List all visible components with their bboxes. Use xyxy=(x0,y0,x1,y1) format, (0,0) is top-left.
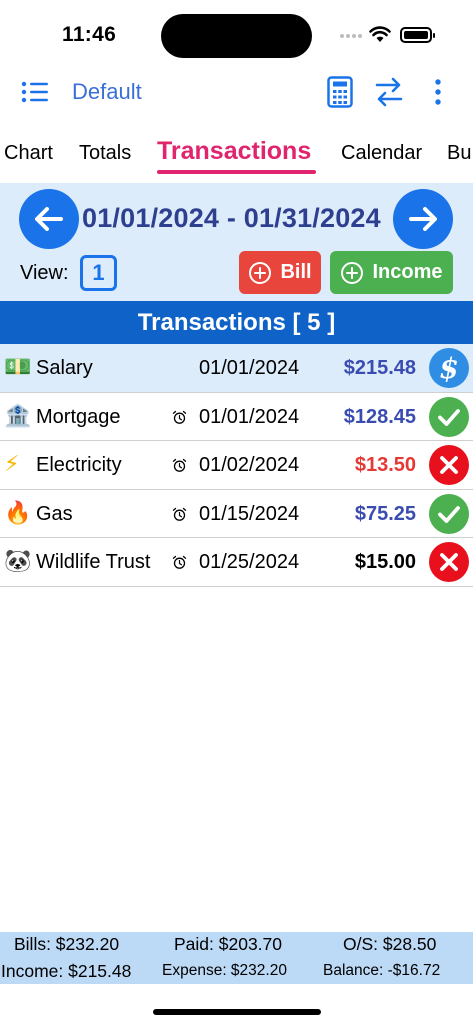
tab-bar: Chart Totals Transactions Calendar Bu xyxy=(0,136,473,176)
summary-bills: Bills: $232.20 xyxy=(14,934,120,954)
alarm-clock-icon xyxy=(172,410,187,424)
transactions-list: 💵 Salary 01/01/2024 $215.48 $ 🏦 Mortgage… xyxy=(0,344,473,587)
transaction-amount: $15.00 xyxy=(354,551,416,573)
view-label: View: xyxy=(20,262,69,284)
view-selector[interactable]: 1 xyxy=(80,255,117,291)
more-vertical-icon[interactable] xyxy=(430,77,446,107)
date-range[interactable]: 01/01/2024 - 01/31/2024 xyxy=(82,203,381,234)
add-bill-label: Bill xyxy=(280,261,312,283)
transaction-row[interactable]: 💵 Salary 01/01/2024 $215.48 $ xyxy=(0,344,473,393)
transaction-amount: $13.50 xyxy=(354,454,416,476)
transaction-amount: $128.45 xyxy=(343,405,416,428)
plus-circle-icon xyxy=(341,261,364,284)
plus-circle-icon xyxy=(249,261,272,284)
add-bill-button[interactable]: Bill xyxy=(239,251,321,294)
transaction-amount: $215.48 xyxy=(343,357,416,379)
tab-budget[interactable]: Bu xyxy=(447,142,471,165)
bank-icon: 🏦 xyxy=(4,403,32,429)
calculator-icon[interactable] xyxy=(327,76,353,108)
paid-status-button[interactable] xyxy=(429,396,469,437)
fire-icon: 🔥 xyxy=(4,500,32,526)
transaction-date: 01/25/2024 xyxy=(199,551,300,573)
tab-transactions[interactable]: Transactions xyxy=(157,137,311,166)
unpaid-status-button[interactable] xyxy=(429,542,469,582)
lightning-icon: ⚡ xyxy=(4,452,20,477)
checkmark-icon xyxy=(438,505,460,523)
list-menu-icon[interactable] xyxy=(20,78,50,106)
alarm-clock-icon xyxy=(172,507,187,521)
add-income-button[interactable]: Income xyxy=(330,251,453,294)
money-icon: 💵 xyxy=(4,355,32,380)
transaction-name: Mortgage xyxy=(36,405,121,428)
transaction-row[interactable]: ⚡ Electricity 01/02/2024 $13.50 xyxy=(0,441,473,490)
income-status-button[interactable]: $ xyxy=(429,348,469,388)
transaction-name: Gas xyxy=(36,502,73,525)
top-nav: Default xyxy=(0,70,473,114)
previous-period-button[interactable] xyxy=(19,189,79,249)
panda-icon: 🐼 xyxy=(4,549,32,574)
transaction-date: 01/15/2024 xyxy=(199,502,300,525)
status-time: 11:46 xyxy=(62,23,117,46)
tab-totals[interactable]: Totals xyxy=(79,142,131,165)
alarm-clock-icon xyxy=(172,458,187,472)
summary-income: Income: $215.48 xyxy=(1,961,132,981)
wifi-icon xyxy=(369,26,391,42)
next-period-button[interactable] xyxy=(393,189,453,249)
active-tab-underline xyxy=(157,170,316,174)
summary-balance: Balance: -$16.72 xyxy=(323,962,441,979)
profile-name[interactable]: Default xyxy=(72,79,142,105)
transaction-date: 01/01/2024 xyxy=(199,357,300,379)
transaction-date: 01/02/2024 xyxy=(199,454,300,476)
transaction-row[interactable]: 🏦 Mortgage 01/01/2024 $128.45 xyxy=(0,392,473,441)
transaction-amount: $75.25 xyxy=(354,502,416,525)
status-bar: 11:46 xyxy=(0,0,473,60)
dynamic-island xyxy=(161,14,312,58)
swap-arrows-icon[interactable] xyxy=(374,76,404,108)
period-panel: 01/01/2024 - 01/31/2024 View: 1 Bill Inc… xyxy=(0,183,473,301)
transaction-row[interactable]: 🔥 Gas 01/15/2024 $75.25 xyxy=(0,489,473,538)
transactions-header: Transactions [ 5 ] xyxy=(0,301,473,344)
summary-footer: Bills: $232.20 Paid: $203.70 O/S: $28.50… xyxy=(0,932,473,984)
summary-paid: Paid: $203.70 xyxy=(174,934,283,954)
transaction-row[interactable]: 🐼 Wildlife Trust 01/25/2024 $15.00 xyxy=(0,538,473,587)
add-income-label: Income xyxy=(372,261,443,283)
paid-status-button[interactable] xyxy=(429,493,469,534)
summary-outstanding: O/S: $28.50 xyxy=(343,934,437,954)
tab-calendar[interactable]: Calendar xyxy=(341,142,422,165)
transaction-date: 01/01/2024 xyxy=(199,405,300,428)
close-x-icon xyxy=(440,553,458,571)
transaction-name: Wildlife Trust xyxy=(36,551,151,573)
summary-expense: Expense: $232.20 xyxy=(162,962,287,979)
battery-icon xyxy=(400,27,435,43)
transaction-name: Electricity xyxy=(36,454,122,476)
checkmark-icon xyxy=(438,408,460,426)
dollar-icon: $ xyxy=(439,351,459,385)
tab-chart[interactable]: Chart xyxy=(4,142,53,165)
close-x-icon xyxy=(440,456,458,474)
cellular-signal-icon xyxy=(340,34,362,38)
unpaid-status-button[interactable] xyxy=(429,445,469,485)
alarm-clock-icon xyxy=(172,555,187,569)
home-indicator xyxy=(153,1009,321,1015)
arrow-left-icon xyxy=(35,207,63,231)
arrow-right-icon xyxy=(409,207,437,231)
transaction-name: Salary xyxy=(36,357,93,379)
